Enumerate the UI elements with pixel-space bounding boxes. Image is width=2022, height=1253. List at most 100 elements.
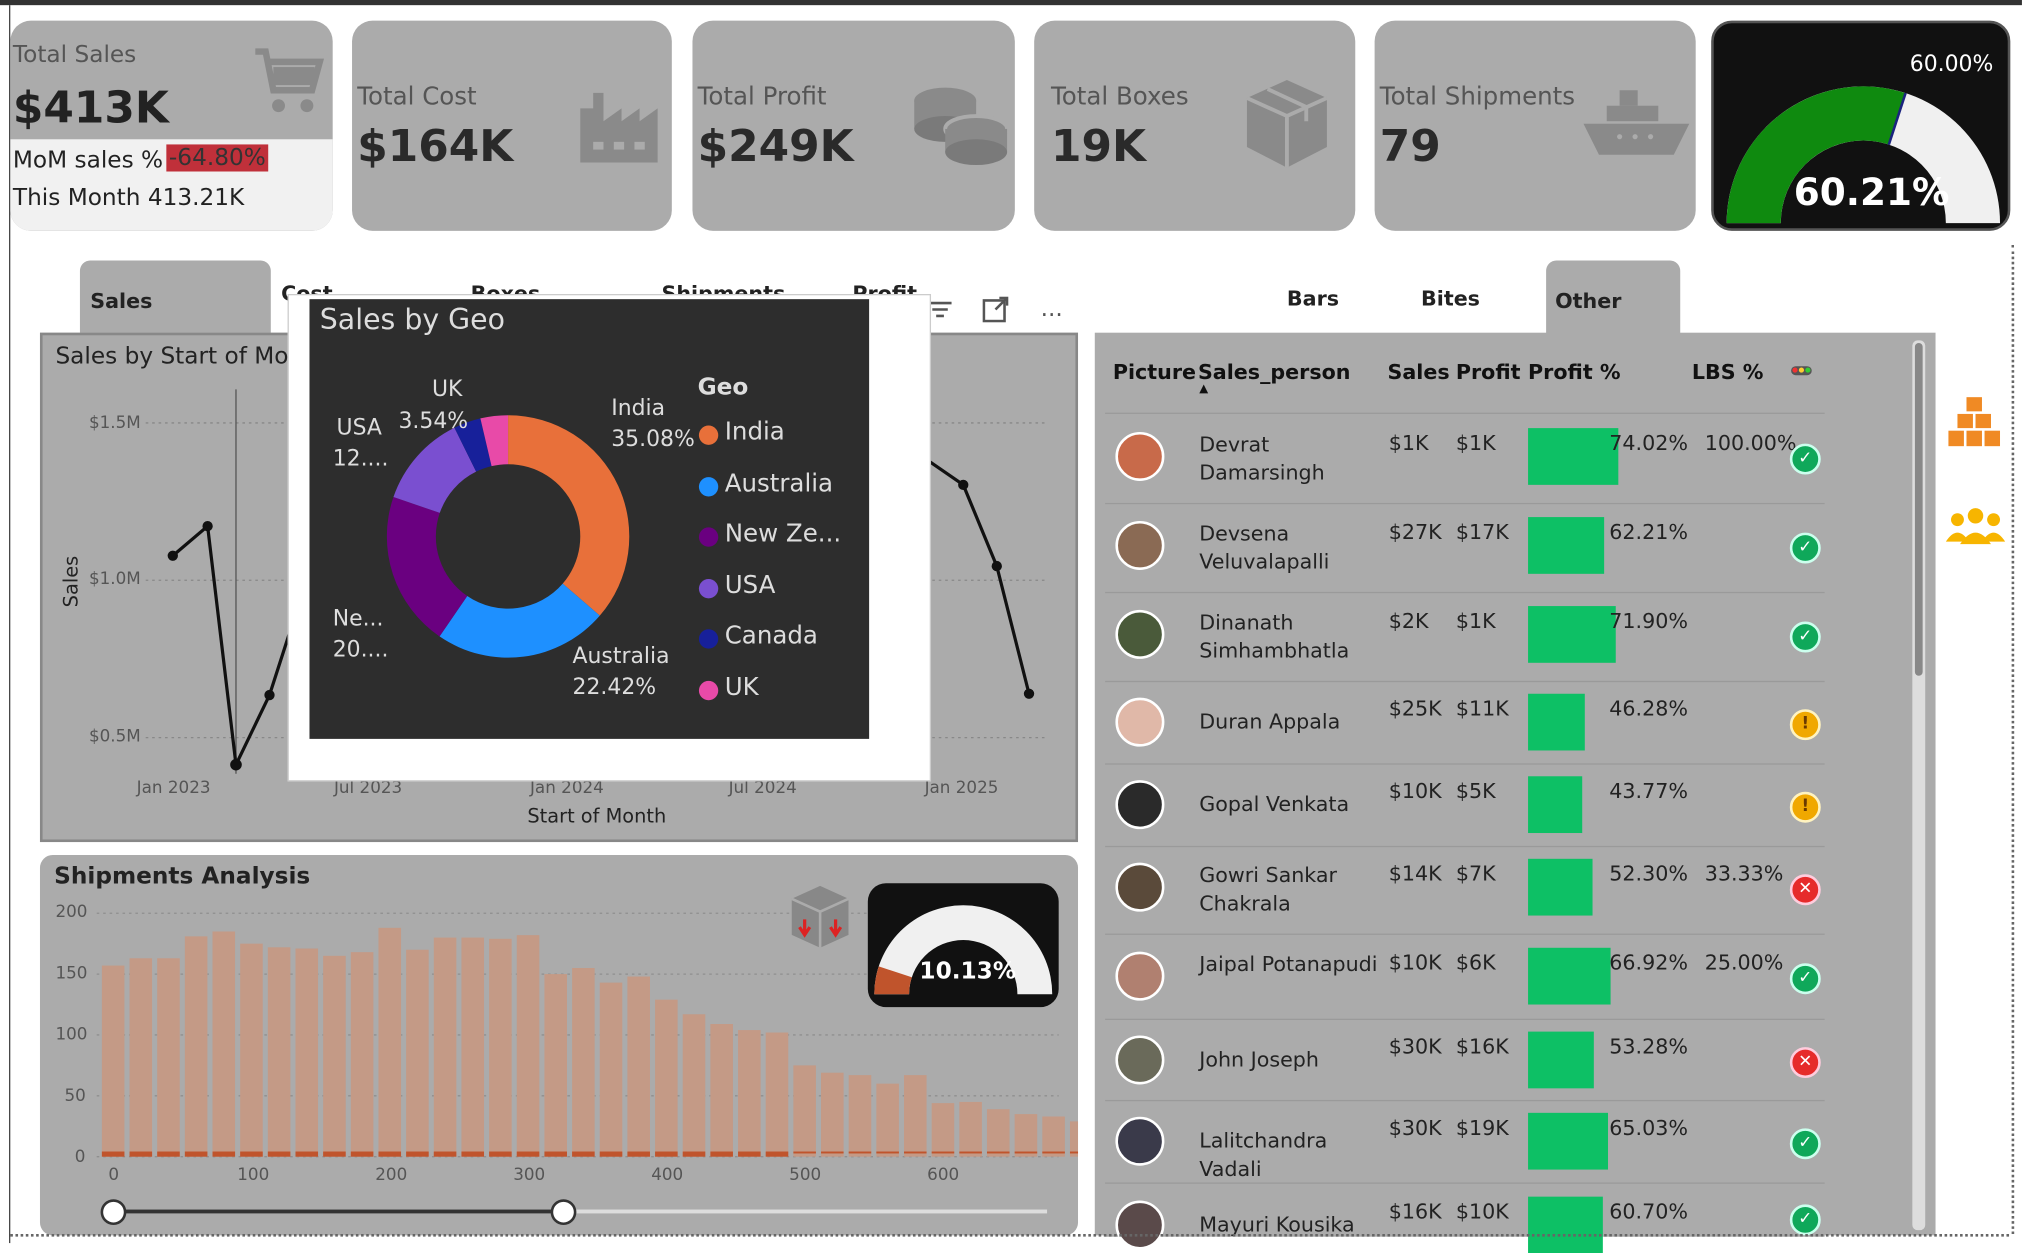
profit-cell: $19K (1455, 1115, 1509, 1140)
tab-bars[interactable]: Bars (1282, 260, 1359, 335)
line-point (958, 479, 969, 491)
warning-icon: ! (1789, 709, 1821, 741)
legend-item[interactable]: UK (725, 672, 759, 700)
tab-bites[interactable]: Bites (1416, 260, 1493, 335)
check-icon: ✓ (1789, 1128, 1821, 1160)
shipment-bar-base (240, 1151, 263, 1157)
legend-item[interactable]: Canada (725, 622, 818, 650)
profit-pct-bar (1528, 606, 1616, 663)
table-row[interactable]: Gowri Sankar Chakrala $14K $7K 52.30% 33.33%… (1105, 846, 1825, 935)
table-row[interactable]: Duran Appala $25K $11K 46.28%! (1105, 681, 1825, 765)
tab-sales[interactable]: Sales (79, 260, 271, 336)
factory-icon (578, 83, 661, 171)
table-scrollbar[interactable] (1912, 340, 1926, 1231)
col-lbs-pct[interactable]: LBS % (1692, 360, 1764, 385)
shipment-bar (738, 1030, 761, 1157)
avatar (1115, 609, 1165, 659)
col-sales-person[interactable]: Sales_person (1198, 360, 1351, 385)
sales-person-name: Dinanath Simhambhatla (1199, 609, 1350, 663)
boxes-stack-icon[interactable] (1947, 395, 2001, 454)
shipment-bar-base (101, 1151, 125, 1157)
table-row[interactable]: Jaipal Potanapudi $10K $6K 66.92% 25.00% ✓ (1105, 935, 1825, 1020)
col-picture[interactable]: Picture (1113, 360, 1196, 385)
ship-icon (1581, 88, 1692, 163)
kpi-total-shipments[interactable]: Total Shipments 79 (1374, 20, 1696, 231)
kpi-gauge-card[interactable]: 60.00% 60.21% (1711, 20, 2011, 231)
profit-pct-cell: 62.21% (1609, 519, 1688, 545)
filter-icon[interactable] (928, 299, 952, 320)
shipment-bar (682, 1014, 706, 1157)
shipment-bar (1014, 1114, 1038, 1157)
legend-item[interactable]: India (725, 418, 785, 446)
kpi-profit-value: $249K (697, 121, 854, 173)
table-row[interactable]: Devrat Damarsingh $1K $1K 74.02% 100.00% ✓ (1105, 415, 1825, 505)
shipment-bar (959, 1101, 982, 1157)
slider-handle-end[interactable] (550, 1199, 577, 1226)
shipment-bar (323, 955, 346, 1157)
tab-other[interactable]: Other (1546, 260, 1681, 336)
legend-marker (698, 578, 719, 598)
col-sales[interactable]: Sales (1388, 360, 1450, 385)
box-icon (1244, 77, 1329, 175)
shipment-bar (710, 1023, 733, 1157)
box-arrows-icon (789, 883, 851, 955)
kpi-total-cost[interactable]: Total Cost $164K (352, 20, 672, 231)
kpi-profit-label: Total Profit (697, 82, 827, 111)
profit-pct-bar (1528, 1196, 1603, 1253)
sales-by-geo-popup[interactable]: Sales by Geo Geo India Australia New Ze...… (287, 294, 932, 782)
usa-slice-pct: 12.... (332, 446, 389, 472)
avatar (1115, 1035, 1165, 1085)
team-icon[interactable] (1945, 505, 2006, 551)
legend-item[interactable]: USA (725, 571, 776, 599)
sales-cell: $16K (1388, 1199, 1442, 1224)
col-profit-pct[interactable]: Profit % (1528, 360, 1620, 385)
shipment-bar (1069, 1121, 1079, 1157)
sales-cell: $30K (1388, 1115, 1442, 1140)
profit-pct-cell: 46.28% (1609, 696, 1688, 721)
sales-line-right (928, 460, 1031, 695)
table-row[interactable]: Lalitchandra Vadali $30K $19K 65.03% ✓ (1105, 1100, 1825, 1184)
line-point (167, 550, 178, 561)
coins-icon (912, 83, 1010, 173)
profit-cell: $17K (1455, 519, 1509, 545)
kpi-total-boxes[interactable]: Total Boxes 19K (1034, 20, 1356, 231)
shipments-gauge-label: 10.13% (919, 958, 1017, 986)
kpi-sales-label: Total Sales (12, 41, 137, 69)
shipment-bar-base (406, 1151, 429, 1157)
profit-pct-cell: 71.90% (1609, 608, 1688, 634)
table-row[interactable]: Mayuri Kousika $16K $10K 60.70% ✓ (1105, 1184, 1825, 1253)
check-icon: ✓ (1789, 1204, 1821, 1236)
legend-item[interactable]: New Ze... (725, 520, 841, 548)
profit-pct-bar (1528, 428, 1619, 485)
more-options-icon[interactable]: ··· (1041, 302, 1063, 329)
check-icon: ✓ (1789, 443, 1821, 475)
shipment-bar-base (821, 1151, 844, 1154)
shipment-bar (904, 1075, 927, 1157)
table-row[interactable]: Dinanath Simhambhatla $2K $1K 71.90% ✓ (1105, 593, 1825, 683)
table-row[interactable]: Devsena Veluvalapalli $27K $17K 62.21% ✓ (1105, 504, 1825, 594)
shipment-bar (101, 965, 125, 1157)
shipments-gauge-card[interactable]: 10.13% (867, 883, 1059, 1008)
scrollbar-thumb[interactable] (1914, 343, 1923, 676)
kpi-shipments-label: Total Shipments (1379, 82, 1576, 111)
avatar (1115, 1116, 1165, 1166)
legend-marker (698, 476, 719, 496)
line-point (1023, 688, 1035, 699)
kpi-total-profit[interactable]: Total Profit $249K (692, 20, 1015, 231)
col-profit[interactable]: Profit (1456, 360, 1521, 385)
sort-asc-icon: ▲ (1199, 382, 1209, 396)
legend-item[interactable]: Australia (725, 469, 833, 497)
kpi-total-sales[interactable]: Total Sales $413K MoM sales % -64.80% Th… (10, 20, 333, 231)
table-row[interactable]: Gopal Venkata $10K $5K 43.77%! (1105, 763, 1825, 848)
shipment-bar-base (710, 1151, 733, 1157)
slider-handle-start[interactable] (100, 1199, 127, 1226)
avatar (1115, 520, 1165, 570)
shipments-analysis-card[interactable]: Shipments Analysis 200 150 100 50 0 0 10… (39, 854, 1079, 1236)
shipment-bar (544, 974, 567, 1157)
shipment-bar (157, 958, 180, 1157)
shipment-bar-base (655, 1151, 678, 1157)
line-point (202, 520, 213, 532)
focus-mode-icon[interactable] (982, 296, 1009, 323)
table-row[interactable]: John Joseph $30K $16K 53.28% ✕ (1105, 1019, 1825, 1102)
tab-sales-label: Sales (90, 288, 153, 314)
